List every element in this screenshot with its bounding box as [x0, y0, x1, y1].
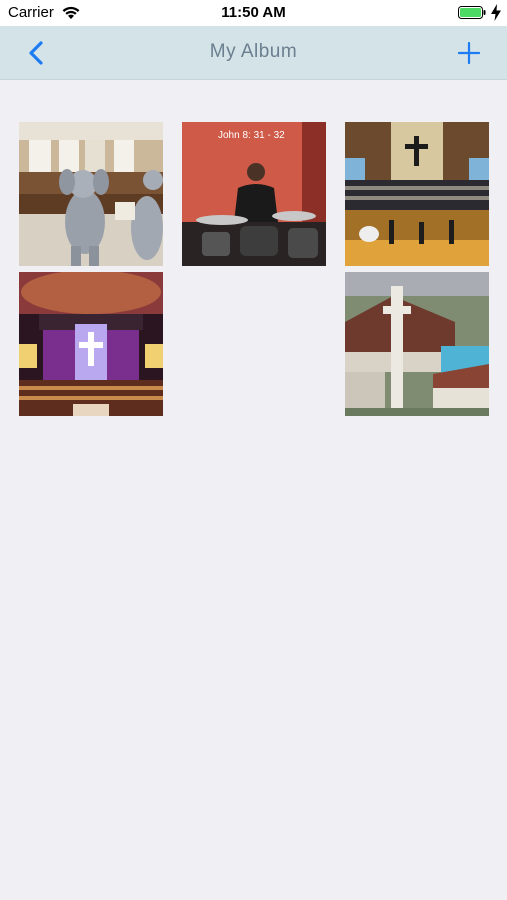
photo-elephant-costumes	[19, 122, 163, 266]
battery-icon	[458, 6, 486, 19]
page-title: My Album	[209, 41, 298, 62]
photo-thumbnail[interactable]	[19, 272, 163, 416]
clock: 11:50 AM	[221, 4, 286, 21]
photo-drummer: John 8: 31 - 32	[182, 122, 326, 266]
photo-aerial-church	[345, 272, 489, 416]
navigation-bar: My Album	[0, 26, 507, 80]
charging-bolt-icon	[491, 4, 501, 21]
status-bar: Carrier 11:50 AM	[0, 0, 507, 26]
photo-caption: John 8: 31 - 32	[218, 130, 285, 141]
photo-thumbnail[interactable]: John 8: 31 - 32	[182, 122, 326, 266]
plus-icon[interactable]	[458, 42, 480, 64]
photo-choir-sanctuary	[345, 122, 489, 266]
photo-thumbnail[interactable]	[345, 122, 489, 266]
photo-thumbnail[interactable]	[19, 122, 163, 266]
photo-purple-sanctuary	[19, 272, 163, 416]
photo-thumbnail[interactable]	[345, 272, 489, 416]
